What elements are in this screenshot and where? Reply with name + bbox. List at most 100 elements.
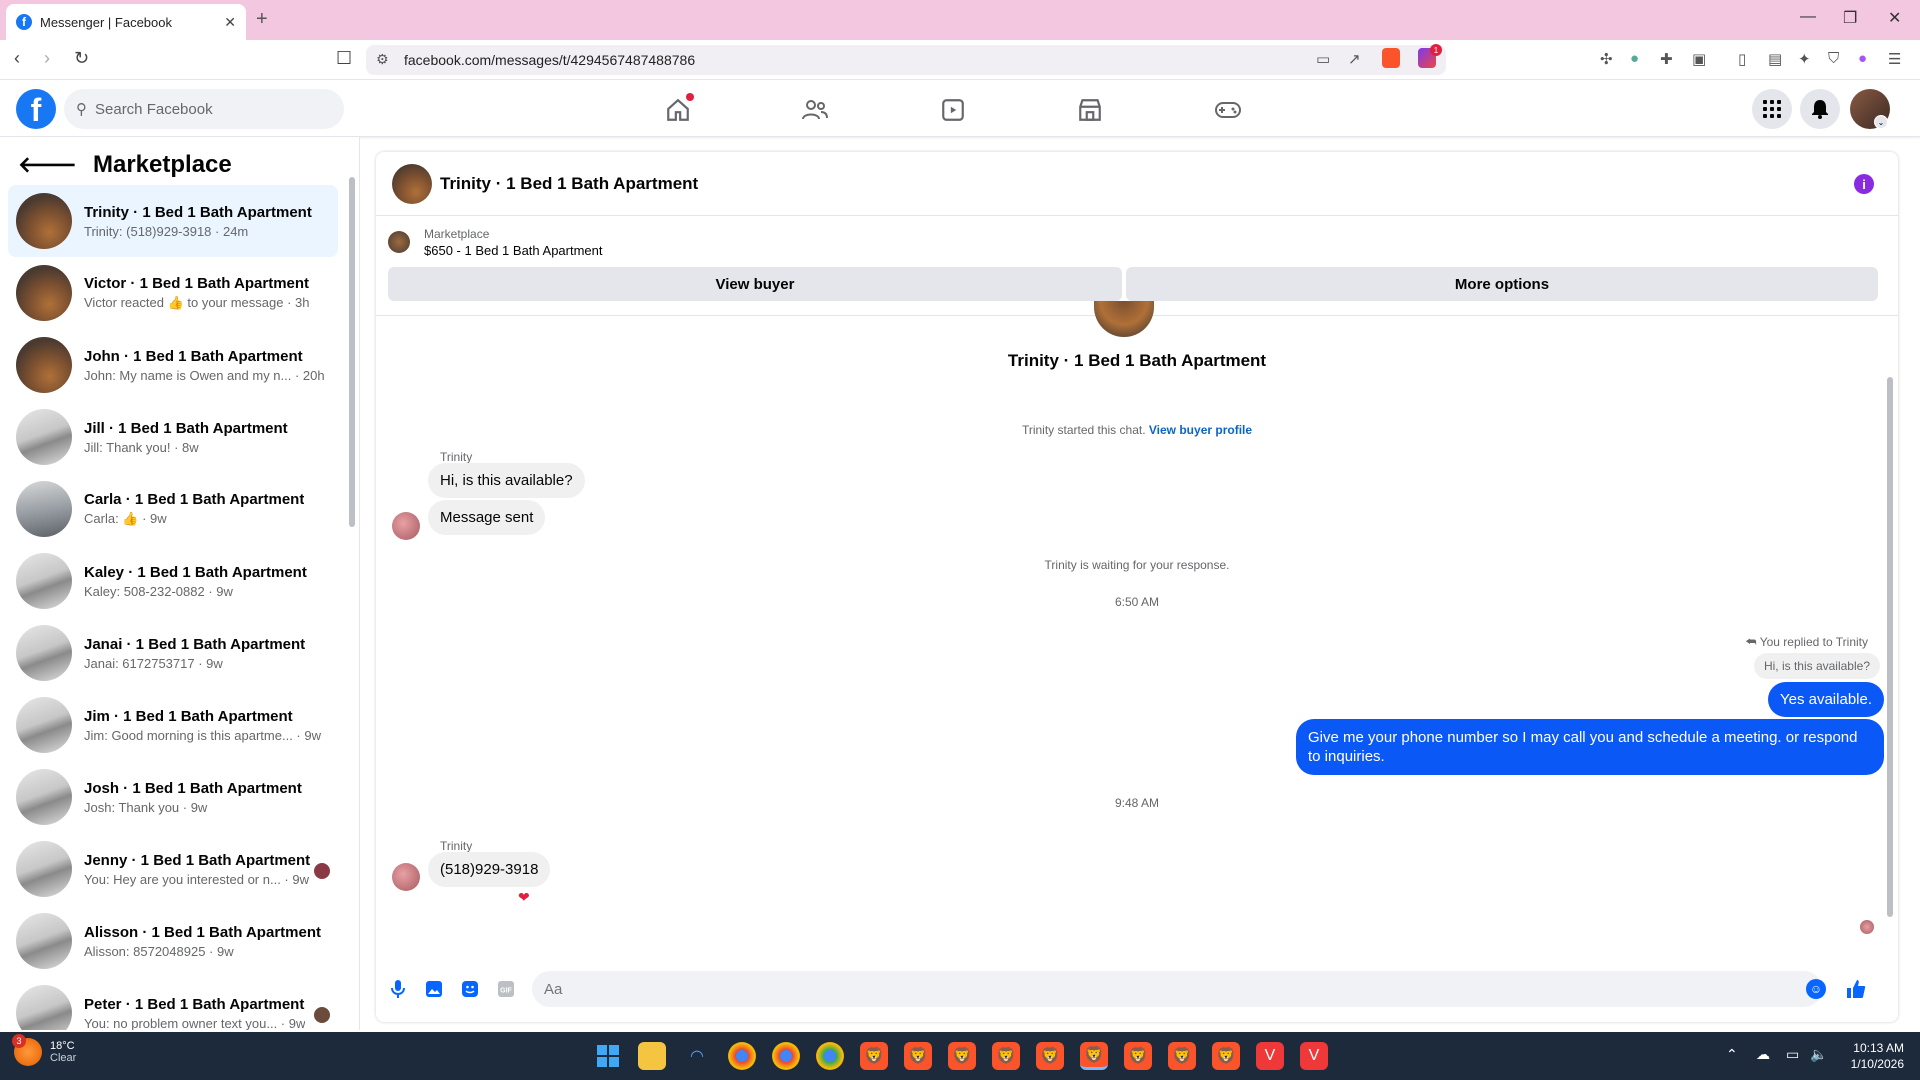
gif-icon[interactable]: GIF: [496, 979, 516, 999]
conversation-item[interactable]: Janai · 1 Bed 1 Bath Apartment Janai: 617…: [8, 617, 338, 689]
quoted-message[interactable]: Hi, is this available?: [1753, 653, 1880, 679]
file-explorer-icon[interactable]: [638, 1042, 666, 1070]
brave-icon[interactable]: 🦁: [1168, 1042, 1196, 1070]
wallet-icon[interactable]: ▤: [1768, 50, 1782, 68]
sidebar-toggle-icon[interactable]: ▯: [1738, 50, 1746, 68]
share-icon[interactable]: ↗: [1348, 50, 1361, 68]
address-bar[interactable]: ⚙ facebook.com/messages/t/42945674874887…: [366, 45, 1446, 75]
conversation-name: Alisson · 1 Bed 1 Bath Apartment: [84, 923, 321, 941]
new-tab-icon[interactable]: +: [256, 8, 268, 31]
conversation-item[interactable]: Alisson · 1 Bed 1 Bath Apartment Alisson:…: [8, 905, 338, 977]
like-thumbs-up-icon[interactable]: [1846, 979, 1866, 999]
incoming-message[interactable]: (518)929-3918: [428, 852, 551, 887]
view-buyer-button[interactable]: View buyer: [388, 267, 1122, 301]
conversation-item[interactable]: Jenny · 1 Bed 1 Bath Apartment You: Hey a…: [8, 833, 338, 905]
account-chevron-down-icon[interactable]: ⌄: [1874, 115, 1888, 129]
facebook-logo-icon[interactable]: f: [16, 89, 56, 129]
conversation-item[interactable]: John · 1 Bed 1 Bath Apartment John: My na…: [8, 329, 338, 401]
incoming-message[interactable]: Hi, is this available?: [428, 463, 585, 498]
listing-price-title[interactable]: $650 - 1 Bed 1 Bath Apartment: [424, 243, 603, 258]
emoji-icon[interactable]: ☺: [1806, 979, 1826, 999]
system-clock[interactable]: 10:13 AM 1/10/2026: [1851, 1040, 1904, 1072]
listing-label: Marketplace: [424, 227, 490, 241]
site-info-icon[interactable]: ⚙: [376, 51, 389, 68]
reload-icon[interactable]: ↻: [74, 48, 89, 69]
marketplace-icon[interactable]: [1075, 95, 1105, 125]
vivaldi-icon[interactable]: V: [1300, 1042, 1328, 1070]
back-icon[interactable]: ‹: [14, 48, 20, 69]
menu-grid-icon[interactable]: [1752, 89, 1792, 129]
chat-scrollbar[interactable]: [1886, 317, 1894, 957]
heart-reaction-icon[interactable]: ❤: [518, 889, 530, 906]
conversation-item[interactable]: Victor · 1 Bed 1 Bath Apartment Victor re…: [8, 257, 338, 329]
weather-widget[interactable]: 3 18°C Clear: [12, 1034, 76, 1066]
scrollbar-thumb[interactable]: [1887, 377, 1893, 917]
brave-active-icon[interactable]: 🦁: [1080, 1042, 1108, 1070]
chrome-profile-icon[interactable]: [772, 1042, 800, 1070]
screenshot-icon[interactable]: ▣: [1692, 50, 1706, 68]
app-arc-icon[interactable]: ◠: [683, 1042, 711, 1070]
volume-icon[interactable]: 🔈: [1810, 1046, 1827, 1063]
video-icon[interactable]: [938, 95, 968, 125]
photo-icon[interactable]: [424, 979, 444, 999]
windows-start-icon[interactable]: [594, 1042, 622, 1070]
brave-icon[interactable]: 🦁: [904, 1042, 932, 1070]
outgoing-message[interactable]: Give me your phone number so I may call …: [1296, 719, 1884, 775]
forward-icon[interactable]: ›: [44, 48, 50, 69]
view-buyer-profile-link[interactable]: View buyer profile: [1149, 423, 1252, 437]
vpn-icon[interactable]: ⛉: [1828, 50, 1839, 67]
outgoing-message[interactable]: Yes available.: [1767, 682, 1884, 717]
back-arrow-icon[interactable]: 🡐: [18, 152, 77, 178]
profile-orb-icon[interactable]: ●: [1858, 50, 1867, 67]
extension-icon[interactable]: ✣: [1600, 50, 1613, 68]
conversation-item[interactable]: Carla · 1 Bed 1 Bath Apartment Carla: 👍 ·…: [8, 473, 338, 545]
sender-avatar[interactable]: [392, 512, 420, 540]
window-close-icon[interactable]: ✕: [1888, 8, 1901, 28]
conversation-item[interactable]: Jill · 1 Bed 1 Bath Apartment Jill: Thank…: [8, 401, 338, 473]
friends-icon[interactable]: [800, 95, 830, 125]
brave-icon[interactable]: 🦁: [948, 1042, 976, 1070]
sender-avatar[interactable]: [392, 863, 420, 891]
browser-tab-messenger[interactable]: f Messenger | Facebook ✕: [6, 4, 246, 40]
cast-icon[interactable]: ▭: [1316, 50, 1330, 68]
sidebar-scrollbar[interactable]: [348, 157, 356, 1007]
brave-shields-icon[interactable]: [1382, 48, 1400, 68]
brave-icon[interactable]: 🦁: [860, 1042, 888, 1070]
network-icon[interactable]: ▭: [1786, 1046, 1799, 1063]
close-tab-icon[interactable]: ✕: [224, 14, 236, 31]
incoming-message[interactable]: Message sent: [428, 500, 546, 535]
brave-icon[interactable]: 🦁: [992, 1042, 1020, 1070]
extensions-puzzle-icon[interactable]: ✚: [1660, 50, 1673, 68]
facebook-search-input[interactable]: ⚲ Search Facebook: [64, 89, 344, 129]
leo-ai-icon[interactable]: ✦: [1798, 50, 1811, 68]
bookmark-icon[interactable]: ☐: [336, 48, 352, 69]
chrome-alt-icon[interactable]: [816, 1042, 844, 1070]
conversation-item[interactable]: Josh · 1 Bed 1 Bath Apartment Josh: Thank…: [8, 761, 338, 833]
minimize-icon[interactable]: —: [1800, 8, 1816, 26]
chrome-icon[interactable]: [728, 1042, 756, 1070]
chat-title[interactable]: Trinity · 1 Bed 1 Bath Apartment: [440, 174, 698, 194]
brave-icon[interactable]: 🦁: [1124, 1042, 1152, 1070]
message-input[interactable]: [532, 971, 1822, 1007]
conversation-item[interactable]: Kaley · 1 Bed 1 Bath Apartment Kaley: 508…: [8, 545, 338, 617]
extension-green-icon[interactable]: ●: [1630, 50, 1639, 67]
scrollbar-thumb[interactable]: [349, 177, 355, 527]
microphone-icon[interactable]: [388, 979, 408, 999]
sticker-icon[interactable]: [460, 979, 480, 999]
conversation-item[interactable]: Peter · 1 Bed 1 Bath Apartment You: no pr…: [8, 977, 338, 1030]
restore-icon[interactable]: ❐: [1843, 8, 1857, 28]
chat-listing-avatar[interactable]: [392, 164, 432, 204]
vivaldi-icon[interactable]: V: [1256, 1042, 1284, 1070]
gaming-icon[interactable]: [1213, 95, 1243, 125]
info-icon[interactable]: i: [1854, 174, 1874, 194]
tray-chevron-up-icon[interactable]: ⌃: [1726, 1046, 1738, 1063]
conversation-item[interactable]: Jim · 1 Bed 1 Bath Apartment Jim: Good mo…: [8, 689, 338, 761]
conversation-item[interactable]: Trinity · 1 Bed 1 Bath Apartment Trinity:…: [8, 185, 338, 257]
more-options-button[interactable]: More options: [1126, 267, 1878, 301]
menu-hamburger-icon[interactable]: ☰: [1888, 50, 1901, 68]
brave-icon[interactable]: 🦁: [1036, 1042, 1064, 1070]
brave-rewards-icon[interactable]: 1: [1418, 44, 1442, 68]
brave-icon[interactable]: 🦁: [1212, 1042, 1240, 1070]
notifications-bell-icon[interactable]: [1800, 89, 1840, 129]
onedrive-cloud-icon[interactable]: ☁: [1756, 1046, 1770, 1063]
